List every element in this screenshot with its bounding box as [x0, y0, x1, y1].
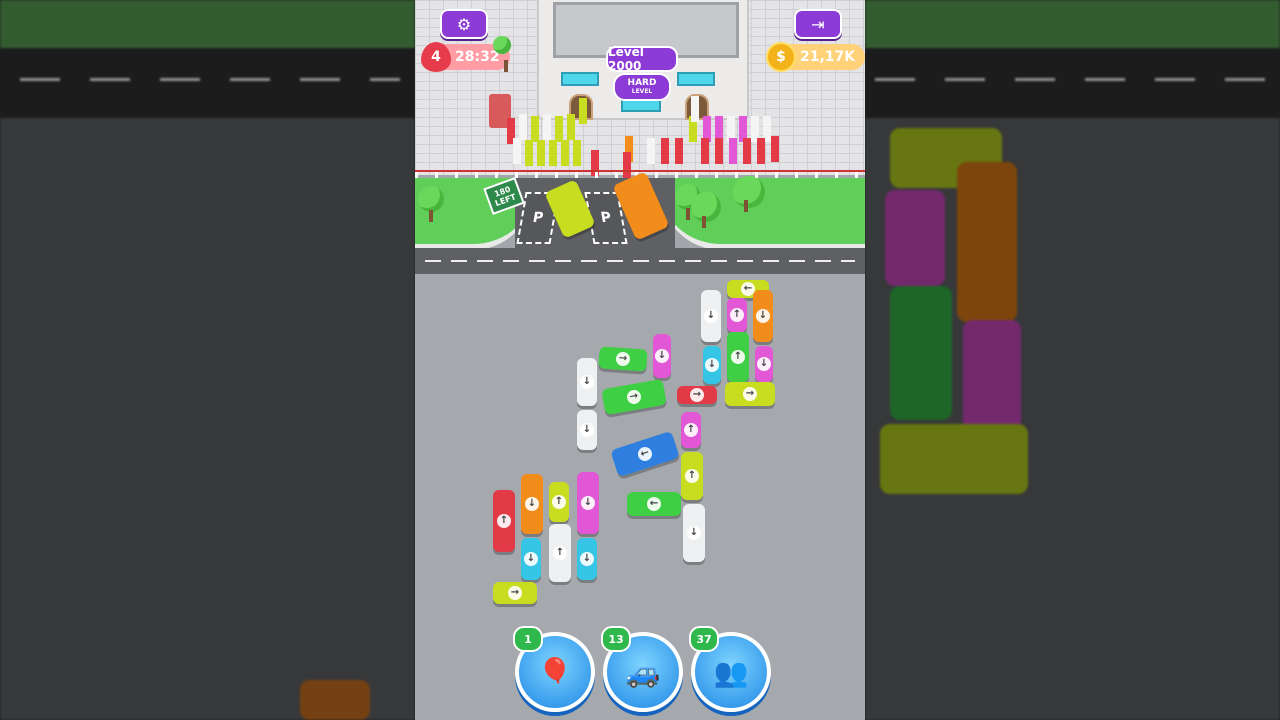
vehicle-pink-car[interactable]: ↓	[755, 346, 773, 382]
coin-balance[interactable]: $ 21,17K	[766, 42, 865, 72]
coin-amount: 21,17K	[800, 49, 856, 65]
vehicle-green-car[interactable]: ←	[627, 492, 681, 516]
vehicle-pink-car[interactable]: ↑	[727, 298, 747, 332]
tree	[691, 192, 721, 228]
difficulty-badge: HARD LEVEL	[613, 73, 671, 101]
tree	[418, 186, 444, 222]
vehicle-orange-bus[interactable]: ↓	[753, 290, 773, 342]
gear-icon: ⚙	[456, 14, 472, 34]
lives-count: 4	[431, 49, 441, 65]
vehicle-pink-car[interactable]: ↑	[681, 412, 701, 448]
exit-door-icon: ⇥	[811, 14, 825, 34]
building-window	[561, 72, 599, 86]
background-right	[865, 0, 1280, 720]
game-screen: Level 2000 HARD LEVEL ⚙ ⇥ 4 28:32 $ 21,1…	[415, 0, 865, 720]
vehicle-green-car[interactable]: →	[598, 346, 648, 372]
vehicle-red-bus[interactable]: ↑	[493, 490, 515, 552]
vehicle-white-car[interactable]: ↓	[683, 504, 705, 562]
vehicle-orange-bus[interactable]: ↓	[521, 474, 543, 534]
balloon-icon: 🎈	[537, 655, 573, 689]
potted-plant	[493, 36, 511, 72]
vip-car-booster[interactable]: 13 🚙	[601, 626, 683, 712]
vehicle-lime-car[interactable]: →	[493, 582, 537, 604]
coin-icon: $	[766, 42, 796, 72]
vehicle-white-bus[interactable]: ↓	[701, 290, 721, 342]
vehicle-white-bus[interactable]: ↑	[549, 524, 571, 582]
settings-button[interactable]: ⚙	[440, 9, 488, 39]
exit-button[interactable]: ⇥	[794, 9, 842, 39]
vehicle-pink-bus[interactable]: ↓	[577, 472, 599, 534]
vehicle-red-car[interactable]: →	[677, 386, 717, 404]
vehicle-cyan-car[interactable]: ↓	[521, 538, 541, 580]
vehicle-lime-van[interactable]: →	[725, 382, 775, 406]
shuffle-booster[interactable]: 37 👥	[689, 626, 771, 712]
heart-icon: 4	[421, 42, 451, 72]
life-timer: 28:32	[455, 49, 500, 65]
vehicle-lime-car[interactable]: ↑	[549, 482, 569, 522]
road-lane-marking	[425, 260, 855, 262]
booster-count: 13	[601, 626, 631, 652]
background-left	[0, 0, 415, 720]
balloon-booster[interactable]: 1 🎈	[513, 626, 595, 712]
tree	[733, 176, 765, 212]
difficulty-label: HARD	[627, 77, 657, 88]
building-window	[677, 72, 715, 86]
vehicle-white-car[interactable]: ↓	[577, 410, 597, 450]
vehicle-pink-car[interactable]: ↓	[653, 334, 671, 378]
vehicle-green-bus[interactable]: ↑	[727, 332, 749, 382]
vehicle-lime-car[interactable]: ↑	[681, 452, 703, 500]
vehicle-cyan-car[interactable]: ↓	[577, 538, 597, 580]
booster-count: 37	[689, 626, 719, 652]
difficulty-sublabel: LEVEL	[631, 87, 653, 95]
vehicle-cyan-car[interactable]: ↓	[703, 346, 721, 384]
vehicle-white-car[interactable]: ↓	[577, 358, 597, 406]
vip-car-icon: 🚙	[625, 655, 661, 689]
level-title: Level 2000	[606, 45, 678, 73]
booster-count: 1	[513, 626, 543, 652]
shuffle-people-icon: 👥	[713, 655, 749, 689]
